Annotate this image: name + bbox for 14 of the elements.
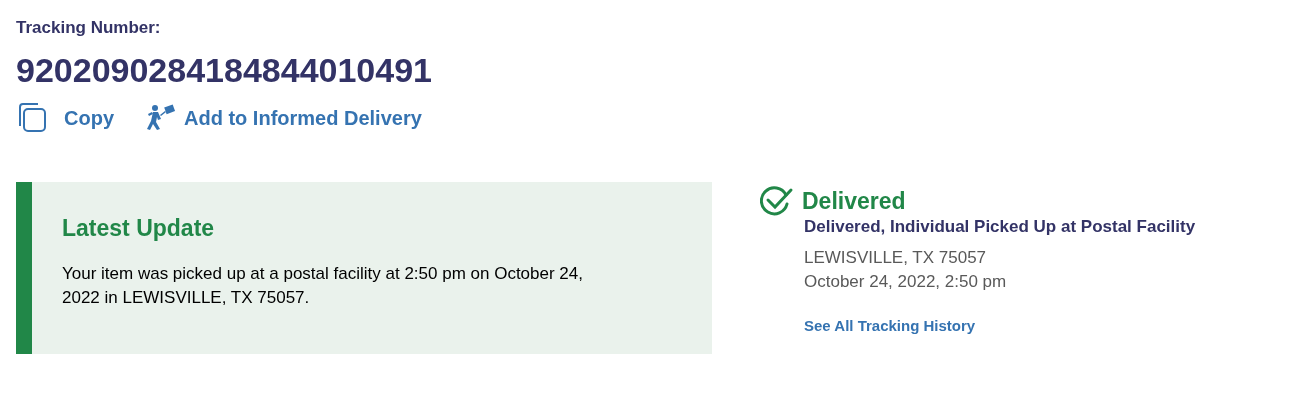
status-detail: Delivered, Individual Picked Up at Postal Facility [804, 216, 1196, 238]
latest-update-title: Latest Update [62, 214, 215, 242]
latest-update-text: Your item was picked up at a postal facility at 2:50 pm on October 24, 2022 in LEWISVILLE, TX 75057. [62, 263, 584, 309]
status-location: LEWISVILLE, TX 75057 [804, 247, 987, 269]
check-circle-icon [760, 186, 794, 216]
status-title: Delivered [802, 187, 906, 215]
tracking-number: 9202090284184844010491 [16, 50, 432, 90]
copy-button[interactable]: Copy [16, 102, 114, 134]
mail-carrier-icon [146, 104, 176, 132]
informed-delivery-link[interactable]: Add to Informed Delivery [146, 104, 422, 132]
status-datetime: October 24, 2022, 2:50 pm [804, 271, 1007, 293]
tracking-history-link[interactable]: See All Tracking History [804, 316, 976, 336]
tracking-label: Tracking Number: [16, 17, 161, 39]
copy-icon [16, 102, 48, 134]
